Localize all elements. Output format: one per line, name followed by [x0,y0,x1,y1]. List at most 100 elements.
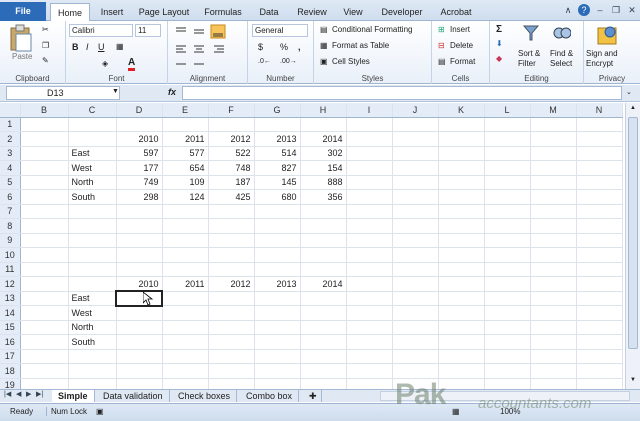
minimize-icon[interactable]: – [594,4,606,16]
row-header[interactable]: 5 [0,175,21,190]
cell[interactable] [392,117,439,132]
cell[interactable] [115,290,163,307]
scroll-down-icon[interactable]: ▼ [630,377,636,383]
cell[interactable] [300,218,347,234]
cell[interactable] [68,262,117,277]
cell[interactable] [346,262,393,277]
cell[interactable] [530,146,577,161]
cell[interactable] [530,276,577,292]
cell[interactable] [484,247,531,263]
cell[interactable] [162,334,209,350]
cell[interactable] [438,334,485,350]
cell[interactable] [68,233,117,248]
cell[interactable] [20,363,69,379]
row-header[interactable]: 8 [0,218,21,234]
cell[interactable] [346,204,393,219]
name-box[interactable]: D13 [6,86,120,100]
cell[interactable]: 514 [254,146,301,161]
cell[interactable] [208,204,255,219]
cell[interactable] [300,233,347,248]
cell[interactable] [438,146,485,161]
cell[interactable] [438,363,485,379]
cell[interactable] [438,218,485,234]
cell[interactable] [438,175,485,190]
cell[interactable] [346,189,393,205]
cell[interactable] [484,291,531,306]
cell[interactable] [68,247,117,263]
cell[interactable]: West [68,305,117,321]
cell[interactable] [162,262,209,277]
cell[interactable] [254,291,301,306]
vertical-scroll-thumb[interactable] [628,117,638,349]
cell[interactable] [116,363,163,379]
cell[interactable] [300,305,347,321]
cell[interactable] [254,204,301,219]
cell[interactable] [484,131,531,147]
cell[interactable] [530,291,577,306]
sign-encrypt-label[interactable]: Sign and [586,49,618,58]
cell[interactable]: South [68,189,117,205]
cell[interactable] [530,334,577,350]
cell[interactable] [68,276,117,292]
cell[interactable] [576,247,623,263]
cell[interactable] [346,349,393,364]
cell[interactable] [346,175,393,190]
last-sheet-icon[interactable]: ▶| [36,390,43,398]
cell[interactable]: 356 [300,189,347,205]
cell[interactable]: West [68,160,117,176]
cell[interactable] [116,334,163,350]
cell[interactable] [484,305,531,321]
cell[interactable] [162,349,209,364]
row-header[interactable]: 14 [0,305,21,321]
cell[interactable] [20,291,69,306]
cell[interactable] [576,349,623,364]
cell[interactable] [576,276,623,292]
tab-formulas[interactable]: Formulas [198,3,248,21]
cell[interactable] [68,131,117,147]
row-header[interactable]: 1 [0,117,21,132]
tab-view[interactable]: View [338,3,368,21]
tab-home[interactable]: Home [50,3,90,22]
cell[interactable]: 749 [116,175,163,190]
cell[interactable] [346,378,393,389]
cell[interactable] [208,117,255,132]
cell[interactable] [20,378,69,389]
cell[interactable] [530,160,577,176]
cell[interactable] [438,117,485,132]
sheet-tab-combo-box[interactable]: Combo box [240,390,300,402]
column-header[interactable]: K [438,103,485,118]
cell[interactable] [438,262,485,277]
row-header[interactable]: 17 [0,349,21,364]
cell[interactable] [392,204,439,219]
increase-decimal-icon[interactable]: .0← [258,58,271,65]
tab-data[interactable]: Data [252,3,286,21]
cell[interactable]: 680 [254,189,301,205]
column-header[interactable]: H [300,103,347,118]
cell[interactable] [530,218,577,234]
cell[interactable] [438,131,485,147]
cell[interactable] [576,291,623,306]
next-sheet-icon[interactable]: ▶ [26,390,31,398]
tab-acrobat[interactable]: Acrobat [434,3,478,21]
cell[interactable] [300,262,347,277]
cell[interactable] [300,204,347,219]
cell[interactable] [346,233,393,248]
find-select-label-2[interactable]: Select [550,59,572,68]
cell[interactable] [68,349,117,364]
find-select-icon[interactable] [553,24,571,42]
cell[interactable] [254,218,301,234]
cell[interactable] [68,363,117,379]
cell[interactable] [20,117,69,132]
cell[interactable] [20,276,69,292]
cell[interactable] [162,218,209,234]
cell[interactable] [162,320,209,335]
cell[interactable] [162,233,209,248]
cell[interactable] [116,320,163,335]
cell[interactable] [530,247,577,263]
cell[interactable] [392,160,439,176]
cell[interactable] [576,262,623,277]
copy-icon[interactable]: ❐ [42,41,49,50]
cell[interactable] [208,305,255,321]
scroll-up-icon[interactable]: ▲ [630,105,636,111]
cell[interactable]: 2010 [116,131,163,147]
